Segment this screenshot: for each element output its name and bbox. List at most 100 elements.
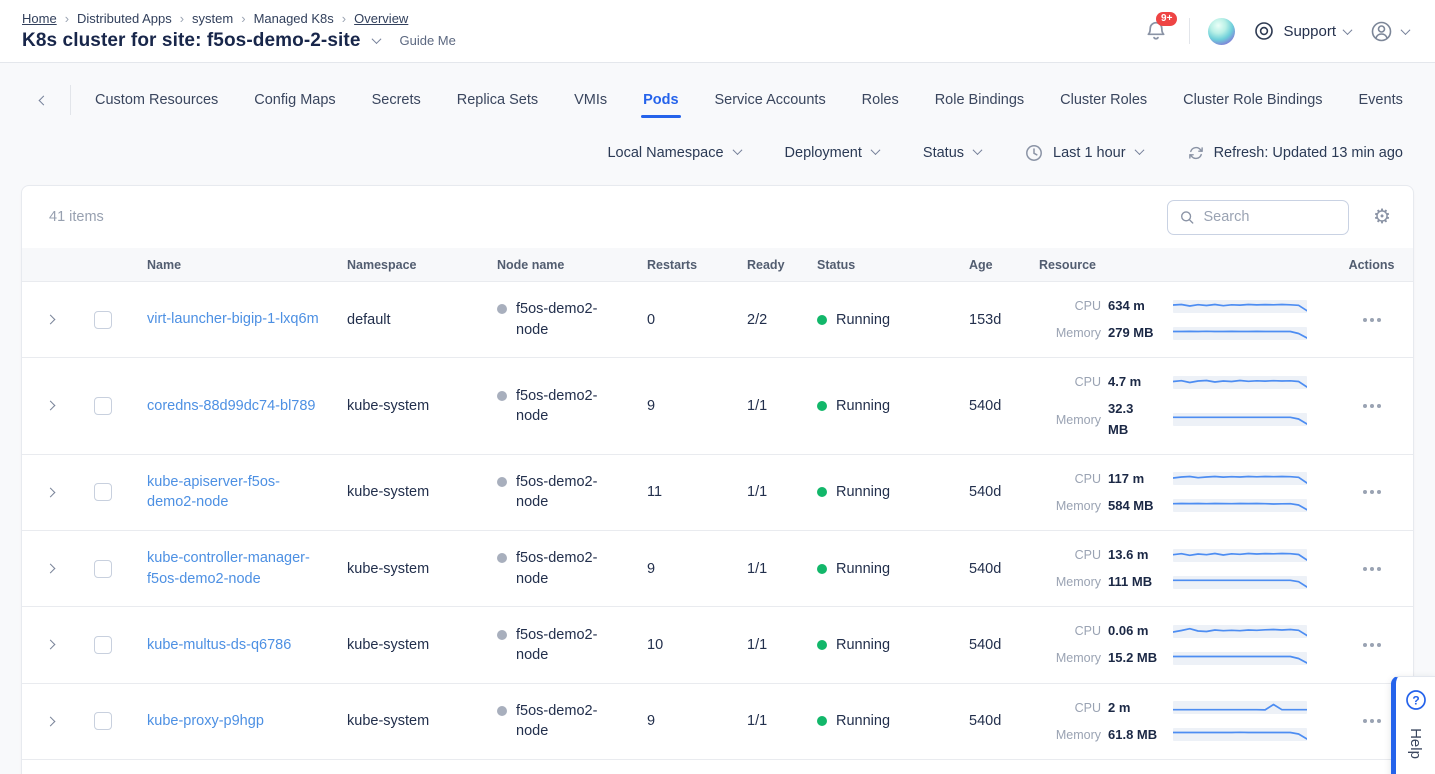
status-cell: Running	[796, 637, 948, 653]
status-cell: Running	[796, 561, 948, 577]
pod-name-link[interactable]: coredns-88d99dc74-bl789	[147, 396, 316, 416]
resource-cell: CPU13.6 mMemory111 MB	[1018, 545, 1330, 592]
memory-sparkline	[1173, 652, 1307, 665]
tab-config-maps[interactable]: Config Maps	[252, 80, 337, 120]
guide-me-button[interactable]: Guide Me	[400, 33, 456, 48]
filter-deployment[interactable]: Deployment	[785, 145, 879, 161]
refresh-button[interactable]: Refresh: Updated 13 min ago	[1187, 144, 1403, 162]
resource-memory-line: Memory61.8 MB	[1039, 725, 1330, 745]
column-header-restarts: Restarts	[626, 258, 726, 272]
filter-status[interactable]: Status	[923, 145, 981, 161]
tab-secrets[interactable]: Secrets	[370, 80, 423, 120]
row-checkbox[interactable]	[94, 311, 112, 329]
ready-cell: 1/1	[726, 561, 796, 577]
tab-service-accounts[interactable]: Service Accounts	[712, 80, 827, 120]
chevron-down-icon	[870, 145, 880, 155]
tab-custom-resources[interactable]: Custom Resources	[93, 80, 220, 120]
support-chevron-icon	[1343, 25, 1353, 35]
pod-name-link[interactable]: virt-launcher-bigip-1-lxq6m	[147, 309, 319, 329]
site-selector-chevron-icon[interactable]	[371, 34, 381, 44]
resource-cpu-line: CPU0.06 m	[1039, 621, 1330, 641]
cpu-sparkline	[1173, 625, 1307, 638]
notifications-button[interactable]: 9+	[1141, 16, 1171, 46]
pod-name-link[interactable]: kube-multus-ds-q6786	[147, 635, 291, 655]
filter-status-label: Status	[923, 145, 964, 161]
namespace-cell: kube-system	[326, 713, 476, 729]
support-menu[interactable]: Support	[1253, 20, 1351, 42]
table-settings-gear-icon[interactable]: ⚙	[1373, 207, 1391, 227]
filter-local-namespace[interactable]: Local Namespace	[607, 145, 740, 161]
row-actions-button[interactable]	[1357, 637, 1387, 653]
resource-cpu-label: CPU	[1039, 548, 1101, 562]
help-button[interactable]: ? Help	[1391, 676, 1435, 774]
resource-cpu-label: CPU	[1039, 472, 1101, 486]
resource-memory-value: 279 MB	[1108, 323, 1166, 343]
restarts-cell: 9	[626, 398, 726, 414]
pod-name-link[interactable]: kube-apiserver-f5os-demo2-node	[147, 472, 326, 513]
row-checkbox[interactable]	[94, 560, 112, 578]
expand-row-chevron-icon[interactable]	[46, 564, 56, 574]
namespace-cell: kube-system	[326, 561, 476, 577]
items-count: 41 items	[49, 209, 104, 225]
breadcrumb-item[interactable]: Overview	[354, 11, 408, 26]
tab-cluster-roles[interactable]: Cluster Roles	[1058, 80, 1149, 120]
expand-row-chevron-icon[interactable]	[46, 487, 56, 497]
restarts-cell: 11	[626, 484, 726, 500]
row-actions-button[interactable]	[1357, 713, 1387, 729]
row-checkbox[interactable]	[94, 397, 112, 415]
account-chevron-icon	[1401, 25, 1411, 35]
expand-row-chevron-icon[interactable]	[46, 640, 56, 650]
breadcrumb: Home›Distributed Apps›system›Managed K8s…	[22, 11, 456, 26]
filter-time-range[interactable]: Last 1 hour	[1025, 144, 1143, 162]
resource-memory-label: Memory	[1039, 326, 1101, 340]
node-dot-icon	[497, 706, 507, 716]
svg-text:?: ?	[1412, 693, 1419, 707]
breadcrumb-item[interactable]: Managed K8s	[254, 11, 334, 26]
resource-cpu-label: CPU	[1039, 701, 1101, 715]
resource-cpu-value: 13.6 m	[1108, 545, 1166, 565]
breadcrumb-separator-icon: ›	[241, 11, 245, 26]
row-checkbox[interactable]	[94, 483, 112, 501]
node-dot-icon	[497, 391, 507, 401]
breadcrumb-item[interactable]: system	[192, 11, 233, 26]
chevron-down-icon	[1134, 145, 1144, 155]
ai-assistant-orb-icon[interactable]	[1208, 18, 1235, 45]
tab-vmis[interactable]: VMIs	[572, 80, 609, 120]
tab-events[interactable]: Events	[1357, 80, 1405, 120]
ready-cell: 1/1	[726, 713, 796, 729]
tab-roles[interactable]: Roles	[860, 80, 901, 120]
resource-cpu-label: CPU	[1039, 375, 1101, 389]
tab-role-bindings[interactable]: Role Bindings	[933, 80, 1026, 120]
breadcrumb-item[interactable]: Home	[22, 11, 57, 26]
expand-row-chevron-icon[interactable]	[46, 401, 56, 411]
row-checkbox[interactable]	[94, 712, 112, 730]
resource-memory-line: Memory 279 MB	[1039, 323, 1330, 343]
resource-memory-value: 15.2 MB	[1108, 648, 1166, 668]
resource-cpu-line: CPU2 m	[1039, 698, 1330, 718]
row-actions-button[interactable]	[1357, 312, 1387, 328]
tabs-scroll-left-button[interactable]	[30, 97, 56, 104]
search-box[interactable]	[1167, 200, 1349, 235]
row-actions-button[interactable]	[1357, 484, 1387, 500]
cpu-sparkline	[1173, 549, 1307, 562]
tabs-list: Custom Resources Config Maps Secrets Replic…	[93, 80, 1405, 120]
search-input[interactable]	[1204, 209, 1337, 225]
node-dot-icon	[497, 477, 507, 487]
breadcrumb-item[interactable]: Distributed Apps	[77, 11, 172, 26]
expand-row-chevron-icon[interactable]	[46, 716, 56, 726]
node-name-cell: f5os-demo2-node	[476, 625, 626, 666]
row-checkbox[interactable]	[94, 636, 112, 654]
row-actions-button[interactable]	[1357, 561, 1387, 577]
cpu-sparkline	[1173, 472, 1307, 485]
row-actions-button[interactable]	[1357, 398, 1387, 414]
pod-name-link[interactable]: kube-controller-manager-f5os-demo2-node	[147, 548, 326, 589]
expand-row-chevron-icon[interactable]	[46, 315, 56, 325]
tab-cluster-role-bindings[interactable]: Cluster Role Bindings	[1181, 80, 1324, 120]
status-running-dot-icon	[817, 315, 827, 325]
tab-replica-sets[interactable]: Replica Sets	[455, 80, 540, 120]
refresh-icon	[1187, 144, 1205, 162]
account-menu[interactable]	[1369, 19, 1409, 44]
tab-pods[interactable]: Pods	[641, 80, 680, 120]
table-row: coredns-88d99dc74-bl789 kube-system f5os…	[22, 357, 1413, 453]
pod-name-link[interactable]: kube-proxy-p9hgp	[147, 711, 264, 731]
